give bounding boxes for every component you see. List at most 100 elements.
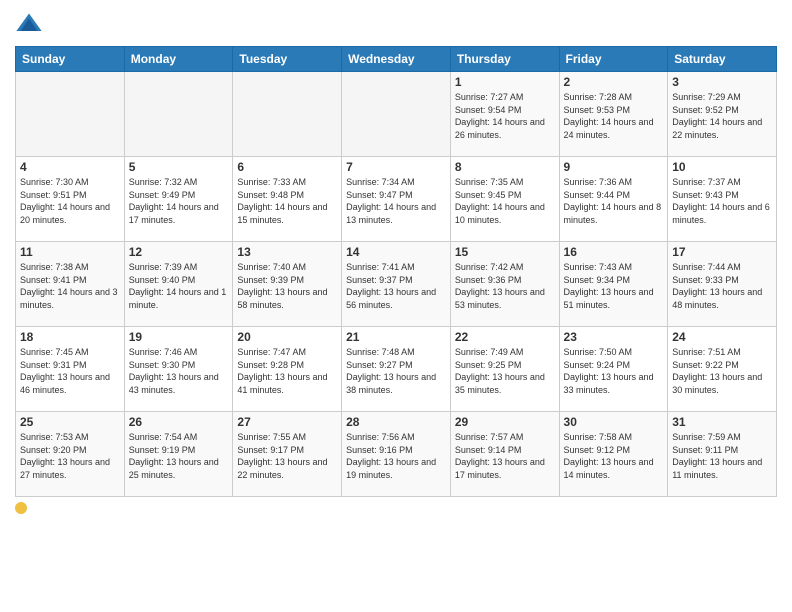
day-number: 16 [564,245,664,259]
day-info: Sunrise: 7:59 AM Sunset: 9:11 PM Dayligh… [672,431,772,481]
calendar-cell: 21Sunrise: 7:48 AM Sunset: 9:27 PM Dayli… [342,327,451,412]
day-info: Sunrise: 7:55 AM Sunset: 9:17 PM Dayligh… [237,431,337,481]
day-number: 27 [237,415,337,429]
day-info: Sunrise: 7:46 AM Sunset: 9:30 PM Dayligh… [129,346,229,396]
day-number: 4 [20,160,120,174]
day-info: Sunrise: 7:51 AM Sunset: 9:22 PM Dayligh… [672,346,772,396]
day-number: 12 [129,245,229,259]
day-info: Sunrise: 7:41 AM Sunset: 9:37 PM Dayligh… [346,261,446,311]
calendar-cell: 22 Sunrise: 7:49 AM Sunset: 9:25 PM Dayli… [450,327,559,412]
calendar-cell: 10 Sunrise: 7:37 AM Sunset: 9:43 PM Dayli… [668,157,777,242]
day-info: Sunrise: 7:36 AM Sunset: 9:44 PM Dayligh… [564,176,664,226]
calendar-table: SundayMondayTuesdayWednesdayThursdayFrid… [15,46,777,497]
day-info: Sunrise: 7:33 AM Sunset: 9:48 PM Dayligh… [237,176,337,226]
calendar-cell: 28 Sunrise: 7:56 AM Sunset: 9:16 PM Dayli… [342,412,451,497]
header [15,10,777,38]
calendar-header-friday: Friday [559,47,668,72]
calendar-cell [342,72,451,157]
day-number: 1 [455,75,555,89]
calendar-cell: 30Sunrise: 7:58 AM Sunset: 9:12 PM Dayli… [559,412,668,497]
day-info: Sunrise: 7:53 AM Sunset: 9:20 PM Dayligh… [20,431,120,481]
daylight-dot [15,502,27,514]
day-info: Sunrise: 7:35 AM Sunset: 9:45 PM Dayligh… [455,176,555,226]
day-number: 31 [672,415,772,429]
day-number: 6 [237,160,337,174]
calendar-cell: 5 Sunrise: 7:32 AM Sunset: 9:49 PM Daylig… [124,157,233,242]
day-info: Sunrise: 7:49 AM Sunset: 9:25 PM Dayligh… [455,346,555,396]
day-info: Sunrise: 7:54 AM Sunset: 9:19 PM Dayligh… [129,431,229,481]
day-number: 9 [564,160,664,174]
calendar-cell: 23 Sunrise: 7:50 AM Sunset: 9:24 PM Dayli… [559,327,668,412]
calendar-header-saturday: Saturday [668,47,777,72]
calendar-header-wednesday: Wednesday [342,47,451,72]
calendar-cell: 29 Sunrise: 7:57 AM Sunset: 9:14 PM Dayli… [450,412,559,497]
calendar-cell: 13Sunrise: 7:40 AM Sunset: 9:39 PM Dayli… [233,242,342,327]
calendar-cell: 18 Sunrise: 7:45 AM Sunset: 9:31 PM Dayli… [16,327,125,412]
calendar-cell [16,72,125,157]
day-info: Sunrise: 7:34 AM Sunset: 9:47 PM Dayligh… [346,176,446,226]
calendar-cell: 9 Sunrise: 7:36 AM Sunset: 9:44 PM Daylig… [559,157,668,242]
calendar-header-monday: Monday [124,47,233,72]
calendar-cell: 16 Sunrise: 7:43 AM Sunset: 9:34 PM Dayli… [559,242,668,327]
day-number: 19 [129,330,229,344]
calendar-header-thursday: Thursday [450,47,559,72]
day-number: 2 [564,75,664,89]
calendar-cell: 31 Sunrise: 7:59 AM Sunset: 9:11 PM Dayli… [668,412,777,497]
calendar-cell [124,72,233,157]
day-number: 23 [564,330,664,344]
day-info: Sunrise: 7:32 AM Sunset: 9:49 PM Dayligh… [129,176,229,226]
day-info: Sunrise: 7:44 AM Sunset: 9:33 PM Dayligh… [672,261,772,311]
logo-icon [15,10,43,38]
calendar-cell: 14 Sunrise: 7:41 AM Sunset: 9:37 PM Dayli… [342,242,451,327]
calendar-week-5: 25 Sunrise: 7:53 AM Sunset: 9:20 PM Dayli… [16,412,777,497]
calendar-cell: 8Sunrise: 7:35 AM Sunset: 9:45 PM Daylig… [450,157,559,242]
calendar-cell: 12 Sunrise: 7:39 AM Sunset: 9:40 PM Dayli… [124,242,233,327]
day-info: Sunrise: 7:50 AM Sunset: 9:24 PM Dayligh… [564,346,664,396]
day-number: 25 [20,415,120,429]
day-number: 11 [20,245,120,259]
day-number: 5 [129,160,229,174]
calendar-cell: 7 Sunrise: 7:34 AM Sunset: 9:47 PM Daylig… [342,157,451,242]
page: SundayMondayTuesdayWednesdayThursdayFrid… [0,0,792,612]
day-number: 30 [564,415,664,429]
calendar-cell: 24Sunrise: 7:51 AM Sunset: 9:22 PM Dayli… [668,327,777,412]
calendar-week-2: 4 Sunrise: 7:30 AM Sunset: 9:51 PM Daylig… [16,157,777,242]
calendar-cell: 15Sunrise: 7:42 AM Sunset: 9:36 PM Dayli… [450,242,559,327]
day-info: Sunrise: 7:57 AM Sunset: 9:14 PM Dayligh… [455,431,555,481]
day-number: 28 [346,415,446,429]
day-number: 7 [346,160,446,174]
calendar-cell [233,72,342,157]
day-number: 3 [672,75,772,89]
day-info: Sunrise: 7:40 AM Sunset: 9:39 PM Dayligh… [237,261,337,311]
calendar-cell: 20Sunrise: 7:47 AM Sunset: 9:28 PM Dayli… [233,327,342,412]
calendar-cell: 26Sunrise: 7:54 AM Sunset: 9:19 PM Dayli… [124,412,233,497]
calendar-header-sunday: Sunday [16,47,125,72]
calendar-cell: 11Sunrise: 7:38 AM Sunset: 9:41 PM Dayli… [16,242,125,327]
calendar-header-row: SundayMondayTuesdayWednesdayThursdayFrid… [16,47,777,72]
day-info: Sunrise: 7:37 AM Sunset: 9:43 PM Dayligh… [672,176,772,226]
calendar-cell: 27 Sunrise: 7:55 AM Sunset: 9:17 PM Dayli… [233,412,342,497]
calendar-cell: 1 Sunrise: 7:27 AM Sunset: 9:54 PM Daylig… [450,72,559,157]
calendar-week-4: 18 Sunrise: 7:45 AM Sunset: 9:31 PM Dayli… [16,327,777,412]
day-number: 29 [455,415,555,429]
calendar-cell: 19 Sunrise: 7:46 AM Sunset: 9:30 PM Dayli… [124,327,233,412]
day-number: 10 [672,160,772,174]
calendar-week-1: 1 Sunrise: 7:27 AM Sunset: 9:54 PM Daylig… [16,72,777,157]
calendar-header-tuesday: Tuesday [233,47,342,72]
logo [15,10,47,38]
day-number: 20 [237,330,337,344]
day-number: 14 [346,245,446,259]
day-number: 22 [455,330,555,344]
calendar-week-3: 11Sunrise: 7:38 AM Sunset: 9:41 PM Dayli… [16,242,777,327]
day-info: Sunrise: 7:56 AM Sunset: 9:16 PM Dayligh… [346,431,446,481]
day-info: Sunrise: 7:27 AM Sunset: 9:54 PM Dayligh… [455,91,555,141]
calendar-cell: 25 Sunrise: 7:53 AM Sunset: 9:20 PM Dayli… [16,412,125,497]
calendar-cell: 4 Sunrise: 7:30 AM Sunset: 9:51 PM Daylig… [16,157,125,242]
day-info: Sunrise: 7:30 AM Sunset: 9:51 PM Dayligh… [20,176,120,226]
day-info: Sunrise: 7:45 AM Sunset: 9:31 PM Dayligh… [20,346,120,396]
day-number: 21 [346,330,446,344]
day-info: Sunrise: 7:39 AM Sunset: 9:40 PM Dayligh… [129,261,229,311]
footer [15,502,777,514]
day-number: 18 [20,330,120,344]
day-info: Sunrise: 7:43 AM Sunset: 9:34 PM Dayligh… [564,261,664,311]
